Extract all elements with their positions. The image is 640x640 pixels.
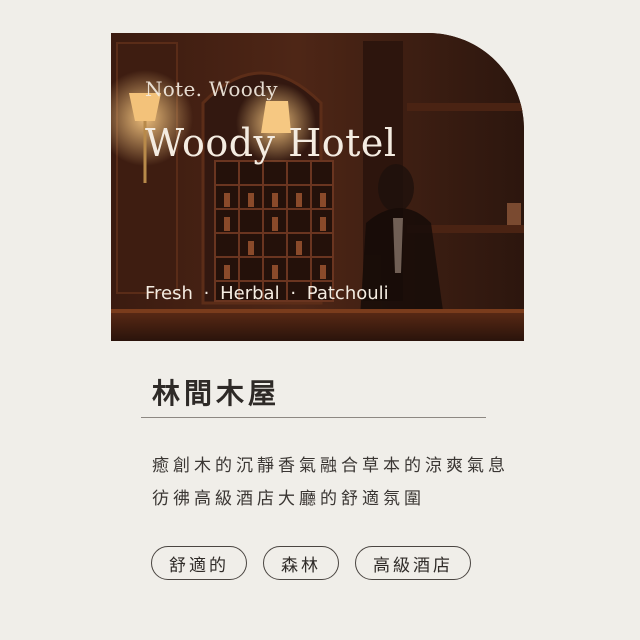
tag-cozy[interactable]: 舒適的 [151, 546, 247, 580]
tag-list: 舒適的 森林 高級酒店 [151, 546, 471, 580]
scent-note-patchouli: Patchouli [306, 283, 389, 304]
note-separator: · [290, 283, 297, 304]
scent-note-herbal: Herbal [220, 283, 280, 304]
product-description-line-2: 彷彿高級酒店大廳的舒適氛圍 [152, 489, 425, 509]
scent-note-fresh: Fresh [145, 283, 193, 304]
note-separator: · [203, 283, 210, 304]
divider [141, 417, 486, 418]
hero-image: Note. Woody Woody Hotel Fresh · Herbal ·… [111, 33, 524, 341]
product-description-line-1: 癒創木的沉靜香氣融合草本的涼爽氣息 [152, 456, 509, 476]
hero-headline: Woody Hotel [145, 121, 397, 165]
bottle-cabinet [214, 160, 334, 302]
scent-notes: Fresh · Herbal · Patchouli [145, 283, 389, 304]
hero-subtitle: Note. Woody [145, 77, 278, 101]
product-title: 林間木屋 [152, 377, 281, 410]
tag-forest[interactable]: 森林 [263, 546, 339, 580]
tag-luxury-hotel[interactable]: 高級酒店 [355, 546, 471, 580]
